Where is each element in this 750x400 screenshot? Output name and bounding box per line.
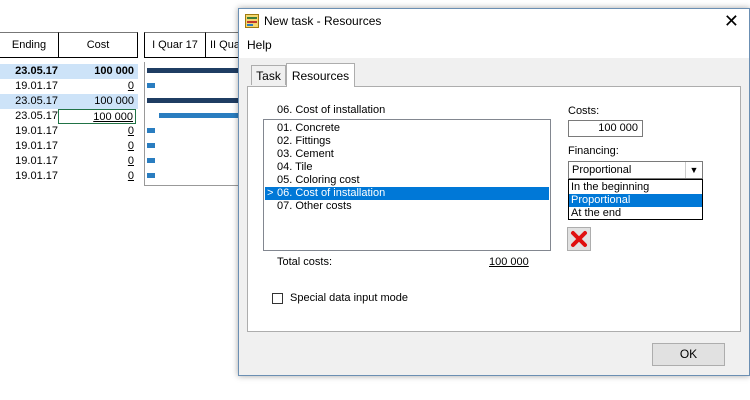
row-cost-active-cell[interactable]: 100 000 [58,109,136,124]
row-cost: 0 [127,140,134,152]
financing-dropdown: In the beginning Proportional At the end [568,179,703,220]
financing-option[interactable]: At the end [569,207,702,220]
app-icon [245,14,259,28]
row-ending: 19.01.17 [15,125,58,137]
column-header-quarter-1-label: I Quar 17 [152,39,198,51]
close-icon[interactable]: ✕ [724,11,739,31]
special-mode-label: Special data input mode [290,292,409,304]
financing-option[interactable]: In the beginning [569,181,702,194]
financing-select-value: Proportional [572,164,632,176]
table-row[interactable]: 19.01.17 0 [0,154,138,169]
row-cost: 0 [127,170,134,182]
ok-button-label: OK [679,347,698,361]
column-header-cost-label: Cost [86,39,110,51]
tab-resources-label: Resources [291,69,350,83]
row-cost: 0 [127,80,134,92]
tab-resources[interactable]: Resources [286,63,355,87]
list-item[interactable]: 07. Other costs [265,200,549,213]
row-cost: 100 000 [94,95,134,107]
table-row[interactable]: 19.01.17 0 [0,79,138,94]
list-item-selected[interactable]: > 06. Cost of installation [265,187,549,200]
selected-resource-label: 06. Cost of installation [277,104,386,116]
table-row[interactable]: 23.05.17 100 000 [0,94,138,109]
dialog-title: New task - Resources [264,14,382,28]
total-costs-value: 100 000 [489,256,529,268]
list-item-label: 06. Cost of installation [277,187,386,199]
table-row[interactable]: 19.01.17 0 [0,139,138,154]
row-ending: 19.01.17 [15,80,58,92]
row-cost: 0 [127,155,134,167]
gantt-bar[interactable] [159,113,239,118]
selected-marker: > [267,187,274,199]
gantt-bar[interactable] [147,83,155,88]
special-mode-checkbox[interactable] [272,293,283,304]
column-header-ending-label: Ending [11,39,47,51]
costs-input-value: 100 000 [598,122,638,134]
row-cost: 0 [127,125,134,137]
list-item[interactable]: 02. Fittings [265,135,549,148]
total-costs-label: Total costs: [277,256,333,268]
gantt-chart [144,62,245,186]
costs-label: Costs: [568,105,600,117]
list-item[interactable]: 04. Tile [265,161,549,174]
financing-select[interactable]: Proportional ▼ [568,161,703,179]
ok-button[interactable]: OK [652,343,725,366]
tab-task-label: Task [256,69,281,83]
list-item-label: 01. Concrete [277,122,340,134]
gantt-bar[interactable] [147,173,155,178]
financing-label: Financing: [568,145,619,157]
row-ending: 19.01.17 [15,140,58,152]
resources-list[interactable]: 01. Concrete 02. Fittings 03. Cement 04.… [263,119,551,251]
tab-task[interactable]: Task [251,65,286,85]
row-ending: 19.01.17 [15,155,58,167]
financing-option-selected[interactable]: Proportional [569,194,702,207]
gantt-bar[interactable] [147,128,155,133]
table-row[interactable]: 23.05.17 100 000 [0,64,138,79]
list-item[interactable]: 03. Cement [265,148,549,161]
list-item-label: 07. Other costs [277,200,352,212]
gantt-bar[interactable] [147,143,155,148]
list-item-label: 05. Coloring cost [277,174,360,186]
table-row[interactable]: 19.01.17 0 [0,124,138,139]
row-ending: 23.05.17 [15,110,58,122]
dialog-titlebar[interactable]: New task - Resources ✕ [239,9,749,35]
column-header-ending[interactable]: Ending [0,32,59,58]
list-item-label: 04. Tile [277,161,313,173]
costs-input[interactable]: 100 000 [568,120,643,137]
gantt-bar[interactable] [147,98,239,103]
row-ending: 23.05.17 [15,95,58,107]
delete-icon [571,231,587,247]
table-row[interactable]: 23.05.17 100 000 [0,109,138,124]
row-ending: 23.05.17 [15,65,58,77]
menu-help[interactable]: Help [247,38,272,52]
table-row[interactable]: 19.01.17 0 [0,169,138,184]
delete-button[interactable] [567,227,591,251]
resources-dialog: New task - Resources ✕ Help Task Resourc… [238,8,750,376]
list-item-label: 03. Cement [277,148,334,160]
column-header-quarter-1[interactable]: I Quar 17 [144,32,206,58]
gantt-bar[interactable] [147,68,239,73]
list-item-label: 02. Fittings [277,135,331,147]
list-item[interactable]: 01. Concrete [265,122,549,135]
row-ending: 19.01.17 [15,170,58,182]
row-cost: 100 000 [94,65,134,77]
menu-bar: Help [239,35,749,58]
list-item[interactable]: 05. Coloring cost [265,174,549,187]
column-header-cost[interactable]: Cost [58,32,138,58]
gantt-bar[interactable] [147,158,155,163]
chevron-down-icon[interactable]: ▼ [685,162,702,178]
